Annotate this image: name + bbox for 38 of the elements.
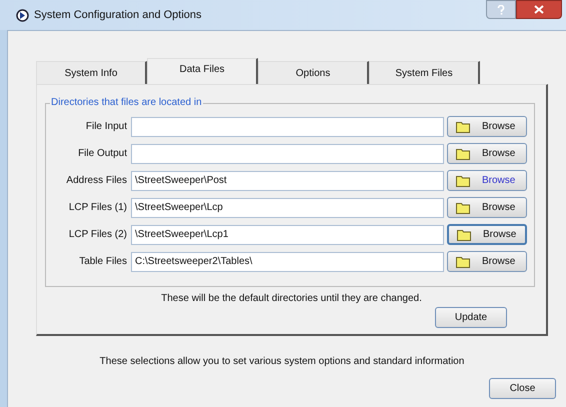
path-field[interactable]: \StreetSweeper\Post — [131, 170, 444, 190]
close-window-button[interactable] — [516, 0, 562, 19]
field-label: File Input — [84, 120, 128, 134]
field-label: Table Files — [78, 255, 128, 269]
app-logo-icon — [16, 8, 29, 22]
path-field[interactable]: C:\Streetsweeper2\Tables\ — [131, 252, 444, 272]
update-button[interactable]: Update — [435, 307, 507, 328]
folder-icon — [456, 174, 470, 186]
help-button[interactable] — [486, 0, 516, 19]
tab[interactable]: Options — [258, 61, 369, 84]
browse-button[interactable]: Browse — [447, 143, 527, 164]
browse-button[interactable]: Browse — [447, 197, 527, 218]
folder-icon — [456, 256, 470, 268]
folder-icon — [456, 120, 470, 132]
tab[interactable]: Data Files — [147, 58, 258, 84]
field-label: File Output — [77, 147, 128, 161]
field-label: LCP Files (1) — [68, 201, 128, 215]
browse-button[interactable]: Browse — [447, 116, 527, 137]
tab[interactable]: System Files — [369, 61, 480, 84]
path-field[interactable] — [131, 116, 444, 136]
browse-button[interactable]: Browse — [447, 224, 527, 245]
help-icon — [497, 4, 505, 14]
path-field[interactable]: \StreetSweeper\Lcp — [131, 198, 444, 218]
folder-icon — [457, 228, 471, 240]
folder-icon — [456, 148, 470, 160]
footer-text: These selections allow you to set various system options and standard information — [98, 355, 466, 369]
browse-button[interactable]: Browse — [447, 251, 527, 272]
field-label: Address Files — [65, 174, 128, 188]
field-label: LCP Files (2) — [68, 228, 128, 242]
close-icon — [534, 5, 544, 14]
path-field[interactable]: \StreetSweeper\Lcp1 — [131, 224, 444, 244]
folder-icon — [456, 202, 470, 214]
close-button[interactable]: Close — [489, 378, 556, 399]
path-field[interactable] — [131, 144, 444, 164]
browse-button[interactable]: Browse — [447, 170, 527, 191]
note-text: These will be the default directories until they are changed. — [160, 292, 423, 306]
window-title: System Configuration and Options — [34, 8, 202, 23]
tab[interactable]: System Info — [36, 61, 147, 84]
